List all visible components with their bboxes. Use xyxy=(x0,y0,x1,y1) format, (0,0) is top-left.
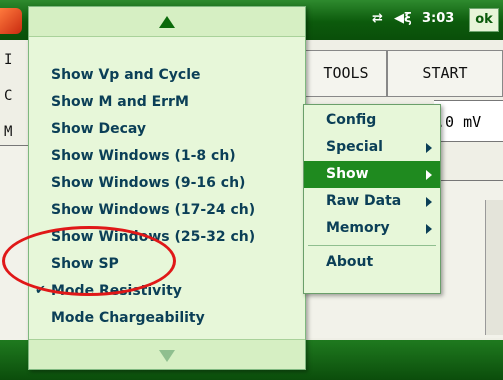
menu-item-show-m-and-errm[interactable]: Show M and ErrM xyxy=(51,89,189,115)
ok-button[interactable]: ok xyxy=(469,8,499,32)
menu-scroll-down[interactable] xyxy=(29,339,305,369)
menu-item-show-decay[interactable]: Show Decay xyxy=(51,116,146,142)
edge-letter: I xyxy=(4,52,13,68)
menu-scroll-up[interactable] xyxy=(29,7,305,37)
triangle-down-icon xyxy=(159,350,175,362)
submenu-item-show[interactable]: Show xyxy=(304,161,440,188)
submenu-item-label: Special xyxy=(326,139,383,155)
edge-letter: C xyxy=(4,88,13,104)
clock[interactable]: 3:03 xyxy=(422,11,454,26)
chevron-right-icon xyxy=(426,197,432,207)
panel-scrollbar[interactable] xyxy=(485,200,503,335)
submenu-item-raw-data[interactable]: Raw Data xyxy=(304,188,440,215)
highlight-ellipse xyxy=(2,226,176,296)
submenu-item-memory[interactable]: Memory xyxy=(304,215,440,242)
submenu-item-label: Show xyxy=(326,166,369,182)
show-menu: Show Vp and Cycle Show M and ErrM Show D… xyxy=(28,6,306,370)
menu-item-show-windows-9-16[interactable]: Show Windows (9-16 ch) xyxy=(51,170,245,196)
tools-submenu: Config Special Show Raw Data Memory Abou… xyxy=(303,104,441,294)
menu-item-show-windows-1-8[interactable]: Show Windows (1-8 ch) xyxy=(51,143,236,169)
connectivity-icon[interactable]: ⇄ xyxy=(372,11,383,26)
chevron-right-icon xyxy=(426,170,432,180)
submenu-item-special[interactable]: Special xyxy=(304,134,440,161)
submenu-item-label: Raw Data xyxy=(326,193,402,209)
submenu-divider xyxy=(308,245,436,246)
menu-item-show-vp-and-cycle[interactable]: Show Vp and Cycle xyxy=(51,62,201,88)
start-button[interactable]: START xyxy=(387,50,503,97)
edge-letter: M xyxy=(4,124,13,140)
menu-item-show-windows-17-24[interactable]: Show Windows (17-24 ch) xyxy=(51,197,255,223)
chevron-right-icon xyxy=(426,224,432,234)
voltage-readout: .0 mV xyxy=(434,100,503,142)
submenu-item-label: About xyxy=(326,254,374,270)
speaker-icon[interactable]: ◀ξ xyxy=(394,11,412,26)
chevron-right-icon xyxy=(426,143,432,153)
start-logo-icon[interactable] xyxy=(0,8,22,34)
submenu-item-about[interactable]: About xyxy=(304,249,440,276)
submenu-item-label: Config xyxy=(326,112,377,128)
tools-button[interactable]: TOOLS xyxy=(305,50,387,97)
menu-item-mode-chargeability[interactable]: Mode Chargeability xyxy=(51,305,205,331)
submenu-item-label: Memory xyxy=(326,220,390,236)
triangle-up-icon xyxy=(159,16,175,28)
submenu-item-config[interactable]: Config xyxy=(304,107,440,134)
